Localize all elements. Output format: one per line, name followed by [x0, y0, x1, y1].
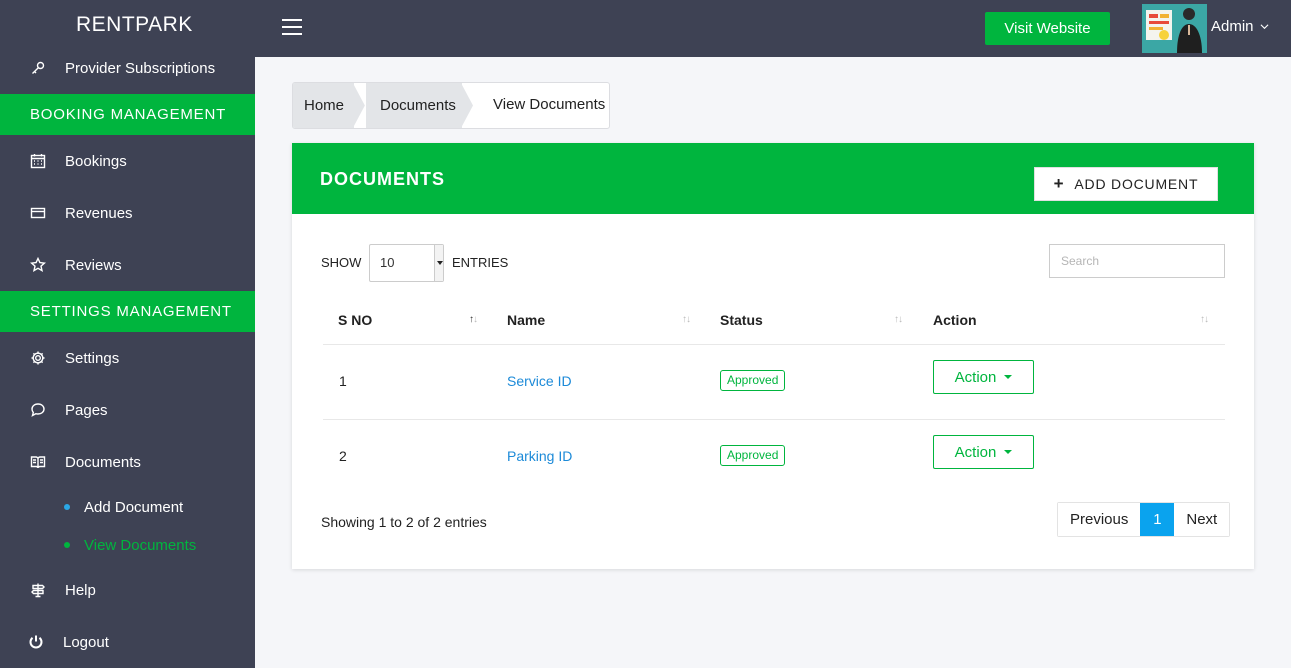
column-header-status[interactable]: Status: [720, 312, 763, 328]
sidebar-item-settings[interactable]: Settings: [0, 338, 255, 378]
sidebar-item-label: Help: [65, 581, 96, 599]
star-icon: [28, 255, 48, 275]
action-dropdown-button[interactable]: Action: [933, 360, 1034, 394]
sidebar-item-label: Provider Subscriptions: [65, 59, 216, 77]
topbar: Visit Website Admin: [255, 0, 1291, 57]
chat-icon: [28, 400, 48, 420]
add-document-button[interactable]: + ADD DOCUMENT: [1034, 167, 1218, 201]
column-header-name[interactable]: Name: [507, 312, 545, 328]
sort-icon[interactable]: ↑↓: [1200, 314, 1209, 325]
visit-website-button[interactable]: Visit Website: [985, 12, 1110, 45]
brand-logo[interactable]: RENTPARK: [0, 0, 255, 50]
search-input[interactable]: [1049, 244, 1225, 278]
caret-down-icon: [434, 245, 443, 281]
table-info: Showing 1 to 2 of 2 entries: [321, 514, 487, 530]
sort-icon[interactable]: ↑↓: [894, 314, 903, 325]
sidebar-item-pages[interactable]: Pages: [0, 390, 255, 430]
sidebar-subitem-label: Add Document: [84, 498, 184, 516]
chevron-down-icon: [1260, 24, 1269, 30]
sidebar-item-label: Documents: [65, 453, 141, 471]
calendar-icon: [28, 151, 48, 171]
page-title: DOCUMENTS: [320, 169, 445, 189]
bullet-icon: [64, 542, 70, 548]
pagination: Previous 1 Next: [1057, 502, 1231, 537]
entries-select[interactable]: 10: [369, 244, 444, 282]
sidebar-item-label: Revenues: [65, 204, 133, 222]
signpost-icon: [28, 580, 48, 600]
user-menu[interactable]: Admin: [1211, 18, 1269, 35]
avatar[interactable]: [1142, 4, 1207, 53]
sidebar-subitem-label: View Documents: [84, 536, 197, 554]
caret-down-icon: [1004, 450, 1013, 454]
show-label: SHOW: [321, 255, 362, 270]
status-badge: Approved: [720, 370, 786, 391]
table-cell-sno: 2: [339, 448, 347, 464]
section-booking-management: BOOKING MANAGEMENT: [0, 94, 255, 135]
section-settings-management: SETTINGS MANAGEMENT: [0, 291, 255, 332]
sidebar-item-documents[interactable]: Documents: [0, 442, 255, 482]
sidebar-item-help[interactable]: Help: [0, 570, 255, 610]
action-label: Action: [954, 443, 997, 461]
plus-icon: +: [1053, 174, 1065, 193]
page-button-current[interactable]: 1: [1140, 503, 1175, 536]
breadcrumb-separator: [461, 83, 473, 128]
sidebar: RENTPARK Provider Subscriptions BOOKING …: [0, 0, 255, 668]
power-icon: [26, 632, 46, 652]
document-link[interactable]: Parking ID: [507, 448, 572, 464]
sidebar-subitem-add-document[interactable]: Add Document: [0, 494, 255, 520]
action-label: Action: [954, 368, 997, 386]
divider: [323, 344, 1225, 345]
divider: [323, 419, 1225, 420]
next-page-button[interactable]: Next: [1174, 503, 1230, 536]
card-header: DOCUMENTS + ADD DOCUMENT: [292, 143, 1254, 214]
documents-card: DOCUMENTS + ADD DOCUMENT SHOW 10 ENTRIES…: [292, 143, 1254, 569]
breadcrumb: Home Documents View Documents: [292, 82, 610, 129]
credit-card-icon: [28, 203, 48, 223]
sort-asc-icon[interactable]: ↑↓: [469, 314, 478, 325]
table-cell-sno: 1: [339, 373, 347, 389]
action-dropdown-button[interactable]: Action: [933, 435, 1034, 469]
sidebar-item-bookings[interactable]: Bookings: [0, 141, 255, 181]
sidebar-item-label: Pages: [65, 401, 108, 419]
sort-icon[interactable]: ↑↓: [682, 314, 691, 325]
book-icon: [28, 452, 48, 472]
document-link[interactable]: Service ID: [507, 373, 572, 389]
bullet-icon: [64, 504, 70, 510]
caret-down-icon: [1004, 375, 1013, 379]
entries-select-value: 10: [380, 255, 395, 270]
sidebar-item-label: Settings: [65, 349, 120, 367]
sidebar-subitem-view-documents[interactable]: View Documents: [0, 532, 255, 558]
breadcrumb-documents[interactable]: Documents: [366, 83, 462, 128]
sidebar-item-label: Bookings: [65, 152, 127, 170]
menu-toggle-icon[interactable]: [282, 19, 302, 37]
sidebar-item-revenues[interactable]: Revenues: [0, 193, 255, 233]
add-document-label: ADD DOCUMENT: [1074, 176, 1199, 192]
status-badge: Approved: [720, 445, 786, 466]
entries-label: ENTRIES: [452, 255, 509, 270]
sidebar-item-provider-subscriptions[interactable]: Provider Subscriptions: [0, 48, 255, 88]
previous-page-button[interactable]: Previous: [1058, 503, 1141, 536]
sidebar-item-label: Logout: [63, 633, 109, 651]
column-header-action[interactable]: Action: [933, 312, 977, 328]
breadcrumb-home[interactable]: Home: [293, 83, 355, 128]
gear-icon: [28, 348, 48, 368]
user-name: Admin: [1211, 18, 1254, 35]
key-icon: [28, 58, 48, 78]
column-header-sno[interactable]: S NO: [338, 312, 372, 328]
sidebar-item-label: Reviews: [65, 256, 122, 274]
sidebar-item-logout[interactable]: Logout: [0, 622, 255, 662]
breadcrumb-current: View Documents: [493, 96, 606, 113]
sidebar-item-reviews[interactable]: Reviews: [0, 245, 255, 285]
